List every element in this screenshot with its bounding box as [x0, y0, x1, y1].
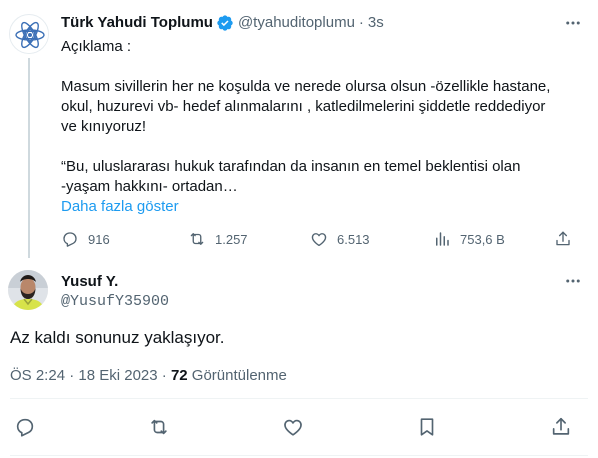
tweet-actions: 916 1.257 6.513 753,6 B	[61, 228, 581, 250]
tweet-line: Masum sivillerin her ne koşulda ve nered…	[61, 78, 551, 95]
tweet-time[interactable]: 3s	[368, 13, 384, 33]
bookmark-icon	[420, 418, 434, 436]
share-button[interactable]	[554, 228, 581, 250]
reply-display-name[interactable]: Yusuf Y.	[61, 272, 118, 292]
reply-user-handle[interactable]: @YusufY35900	[61, 292, 169, 312]
display-name[interactable]: Türk Yahudi Toplumu	[61, 13, 213, 33]
tweet-line: Açıklama :	[61, 38, 132, 55]
divider	[10, 398, 588, 399]
like-button[interactable]	[282, 416, 304, 438]
reply-icon	[63, 232, 77, 247]
reply-text: Az kaldı sonunuz yaklaşıyor.	[10, 328, 225, 347]
org-avatar[interactable]	[9, 14, 49, 54]
share-button[interactable]	[550, 416, 572, 438]
tweet-body: Açıklama : Masum sivillerin her ne koşul…	[61, 37, 576, 197]
reply-button[interactable]	[14, 416, 36, 438]
retweet-icon	[190, 233, 204, 245]
user-handle[interactable]: @tyahuditoplumu	[238, 13, 355, 33]
user-photo	[8, 270, 48, 310]
tweet-line: “Bu, uluslararası hukuk tarafından da in…	[61, 158, 521, 175]
reply-icon	[16, 418, 34, 437]
divider	[10, 455, 588, 456]
tweet-timestamp[interactable]: ÖS 2:24 · 18 Eki 2023 ·	[10, 367, 167, 384]
reply-button[interactable]: 916	[61, 228, 110, 250]
reply-actions	[0, 414, 598, 440]
like-icon	[284, 419, 302, 436]
like-icon	[311, 233, 327, 247]
retweet-button[interactable]	[148, 416, 170, 438]
views-count: 753,6 B	[460, 231, 505, 247]
view-count: 72	[170, 367, 188, 384]
retweet-count: 1.257	[215, 231, 248, 247]
view-label: Görüntülenme	[191, 367, 287, 384]
atom-logo-icon	[11, 16, 48, 53]
retweet-icon	[151, 419, 167, 435]
like-count: 6.513	[337, 231, 370, 247]
views-icon	[436, 232, 449, 246]
tweet-header: Türk Yahudi Toplumu @tyahuditoplumu · 3s	[61, 13, 384, 33]
separator-dot: ·	[358, 14, 364, 31]
bookmark-button[interactable]	[416, 416, 438, 438]
more-icon[interactable]	[564, 14, 582, 32]
tweet-line: okul, huzurevi vb- hedef alınmalarını , …	[61, 98, 546, 115]
share-icon	[552, 417, 570, 435]
reply-count: 916	[88, 231, 110, 247]
verified-badge-icon	[216, 14, 234, 32]
tweet-meta: ÖS 2:24 · 18 Eki 2023 · 72 Görüntülenme	[10, 366, 287, 386]
tweet-line: -yaşam hakkını- ortadan…	[61, 178, 238, 195]
like-button[interactable]: 6.513	[310, 228, 370, 250]
views-button[interactable]: 753,6 B	[433, 228, 505, 250]
more-icon[interactable]	[564, 272, 582, 290]
show-more-link[interactable]: Daha fazla göster	[61, 197, 179, 217]
share-icon	[556, 231, 570, 246]
reply-avatar[interactable]	[8, 270, 48, 310]
tweet-line: ve kınıyoruz!	[61, 118, 147, 135]
thread-line	[28, 58, 30, 258]
retweet-button[interactable]: 1.257	[188, 228, 248, 250]
